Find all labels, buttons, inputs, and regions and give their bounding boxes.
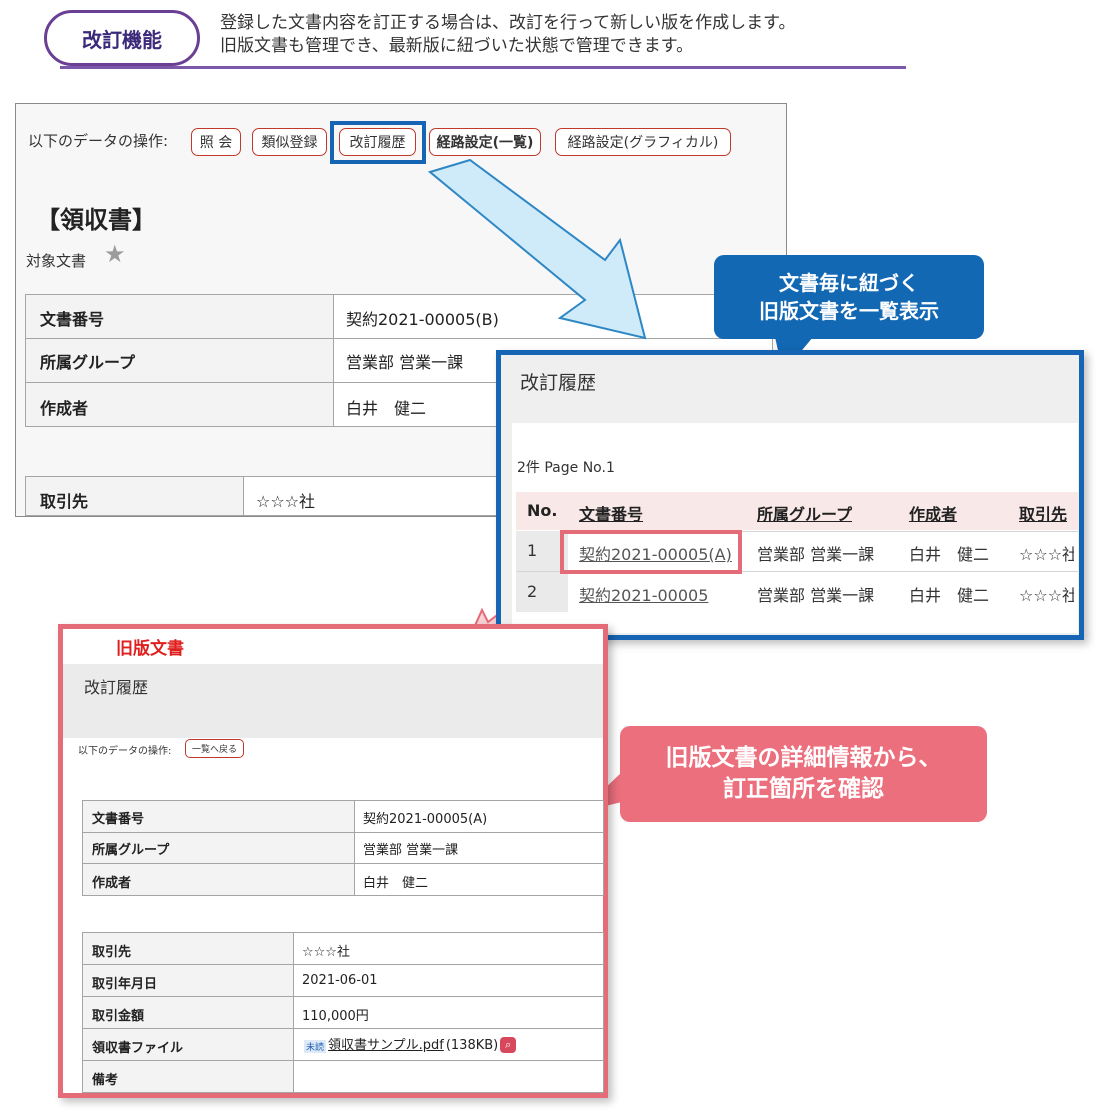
row-author: 白井 健二 bbox=[909, 545, 990, 564]
history-title: 改訂履歴 bbox=[520, 372, 597, 394]
old-group-label: 所属グループ bbox=[92, 843, 170, 858]
row-author: 白井 健二 bbox=[909, 586, 990, 605]
old-group-value: 営業部 営業一課 bbox=[363, 843, 459, 858]
old-version-label: 旧版文書 bbox=[116, 639, 184, 659]
column-doc-number[interactable]: 文書番号 bbox=[579, 501, 643, 525]
history-callout-line2: 旧版文書を一覧表示 bbox=[759, 299, 939, 323]
row-group: 営業部 営業一課 bbox=[757, 586, 875, 605]
file-attachment: 未読 領収書サンプル.pdf (138KB) ⌕ bbox=[304, 1034, 517, 1053]
detail-callout-line1: 旧版文書の詳細情報から、 bbox=[665, 745, 942, 771]
old-author-label: 作成者 bbox=[92, 876, 132, 891]
history-callout-line1: 文書毎に紐づく bbox=[779, 271, 919, 295]
row-group: 営業部 営業一課 bbox=[757, 545, 875, 564]
unread-badge: 未読 bbox=[304, 1040, 327, 1053]
column-partner[interactable]: 取引先 bbox=[1019, 501, 1067, 525]
old-partner-value: ☆☆☆社 bbox=[302, 945, 350, 960]
old-amount-label: 取引金額 bbox=[92, 1009, 145, 1024]
old-version-title: 改訂履歴 bbox=[84, 678, 149, 697]
history-count: 2件 Page No.1 bbox=[517, 460, 615, 476]
field-value-cell bbox=[293, 1060, 604, 1093]
old-file-label: 領収書ファイル bbox=[92, 1041, 184, 1056]
row-partner: ☆☆☆社 bbox=[1019, 586, 1074, 605]
old-date-value: 2021-06-01 bbox=[302, 973, 378, 988]
row-no: 1 bbox=[527, 541, 538, 560]
history-doc-link[interactable]: 契約2021-00005 bbox=[579, 582, 708, 606]
old-doc-number-label: 文書番号 bbox=[92, 812, 145, 827]
file-size: (138KB) bbox=[445, 1038, 499, 1053]
old-ops-label: 以下のデータの操作: bbox=[78, 746, 172, 757]
row-number-cell bbox=[516, 572, 568, 612]
old-date-label: 取引年月日 bbox=[92, 977, 158, 992]
row-no: 2 bbox=[527, 582, 538, 601]
column-author[interactable]: 作成者 bbox=[909, 501, 957, 525]
arrow-to-history bbox=[427, 158, 647, 340]
detail-callout: 旧版文書の詳細情報から、 訂正箇所を確認 bbox=[620, 726, 987, 822]
old-doc-number-value: 契約2021-00005(A) bbox=[363, 812, 488, 827]
old-partner-label: 取引先 bbox=[92, 945, 132, 960]
old-notes-label: 備考 bbox=[92, 1073, 119, 1088]
old-amount-value: 110,000円 bbox=[302, 1009, 369, 1024]
selected-row-highlight bbox=[560, 530, 742, 574]
row-partner: ☆☆☆社 bbox=[1019, 545, 1074, 564]
column-group[interactable]: 所属グループ bbox=[757, 501, 852, 525]
zoom-icon[interactable]: ⌕ bbox=[500, 1037, 517, 1053]
history-callout: 文書毎に紐づく 旧版文書を一覧表示 bbox=[714, 255, 984, 339]
file-link[interactable]: 領収書サンプル.pdf bbox=[328, 1034, 444, 1053]
detail-callout-line2: 訂正箇所を確認 bbox=[723, 776, 884, 802]
column-no: No. bbox=[527, 501, 558, 520]
back-to-list-button[interactable]: 一覧へ戻る bbox=[185, 739, 244, 758]
old-author-value: 白井 健二 bbox=[363, 876, 429, 891]
